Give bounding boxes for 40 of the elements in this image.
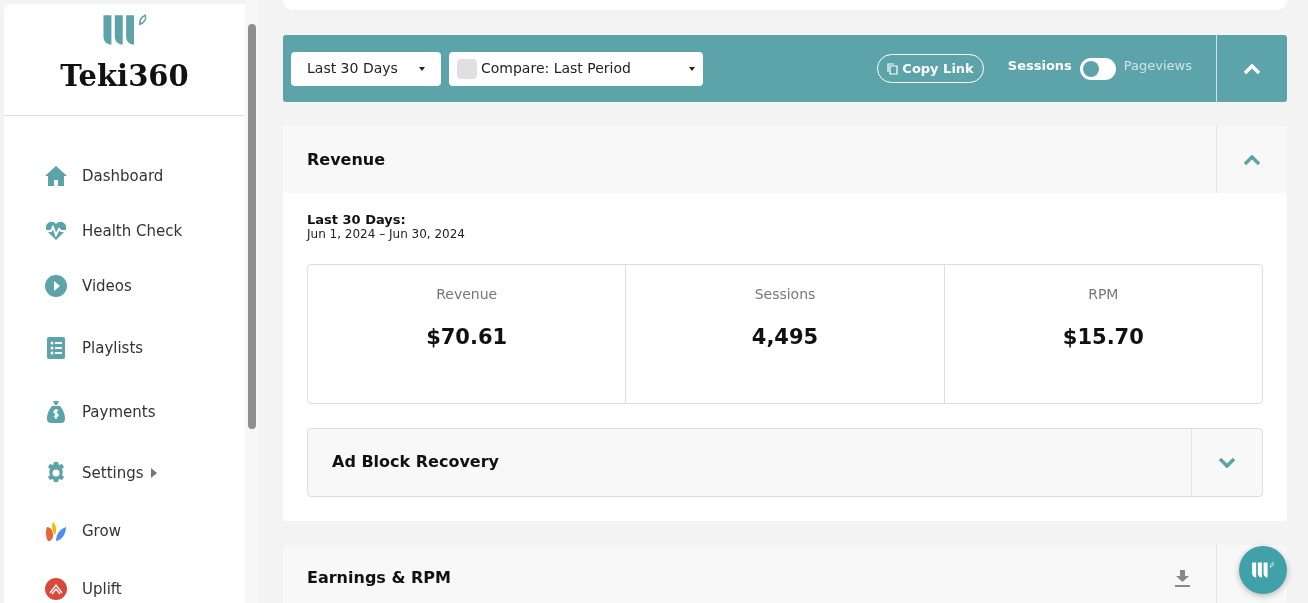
- date-range-dropdown[interactable]: Last 30 Days: [291, 51, 441, 86]
- compare-dropdown[interactable]: Compare: Last Period: [449, 51, 703, 86]
- play-icon: [44, 274, 68, 298]
- nav-item[interactable]: Playlists: [4, 336, 245, 360]
- caret-icon: [689, 66, 695, 71]
- nav-item[interactable]: Videos: [4, 274, 245, 298]
- caret-icon: [419, 66, 425, 71]
- download-icon: [1174, 570, 1191, 588]
- nav-item[interactable]: Dashboard: [4, 164, 245, 188]
- copy-icon: [887, 62, 899, 75]
- metric-label: Revenue: [435, 284, 499, 304]
- nav-item[interactable]: Grow: [4, 519, 245, 543]
- nav-item[interactable]: Uplift: [4, 577, 245, 601]
- section-title: Earnings & RPM: [307, 567, 452, 590]
- metric-value: 4,495: [750, 323, 820, 351]
- period-dates: Jun 1, 2024 – Jun 30, 2024: [307, 227, 466, 242]
- metric-label: RPM: [1087, 284, 1120, 304]
- chevron-icon: [1243, 154, 1261, 166]
- metric-value: $70.61: [425, 323, 509, 351]
- toggle-label: Sessions: [1007, 56, 1072, 75]
- sessions-pageviews-switch[interactable]: [1079, 57, 1116, 80]
- section-title: Revenue: [307, 148, 387, 171]
- nav-item[interactable]: Settings: [4, 461, 245, 485]
- chevron-icon: [1243, 63, 1261, 75]
- nav-item[interactable]: Health Check: [4, 219, 245, 243]
- period-label: Last 30 Days:: [307, 213, 407, 228]
- metric-label: Sessions: [753, 284, 817, 304]
- toggle-label: Pageviews: [1123, 56, 1192, 75]
- money-bag-icon: [44, 400, 68, 424]
- scrollbar-thumb[interactable]: [248, 24, 256, 429]
- section-title: Ad Block Recovery: [332, 451, 501, 474]
- nav-item[interactable]: Payments: [4, 400, 245, 424]
- chevron-icon: [1218, 457, 1236, 469]
- logo-icon: [1251, 561, 1275, 579]
- brand-name: Teki360: [60, 58, 189, 95]
- metric-value: $15.70: [1061, 323, 1145, 351]
- home-icon: [44, 164, 68, 188]
- compare-checkbox[interactable]: [457, 58, 477, 79]
- heartbeat-icon: [44, 219, 68, 243]
- list-icon: [44, 336, 68, 360]
